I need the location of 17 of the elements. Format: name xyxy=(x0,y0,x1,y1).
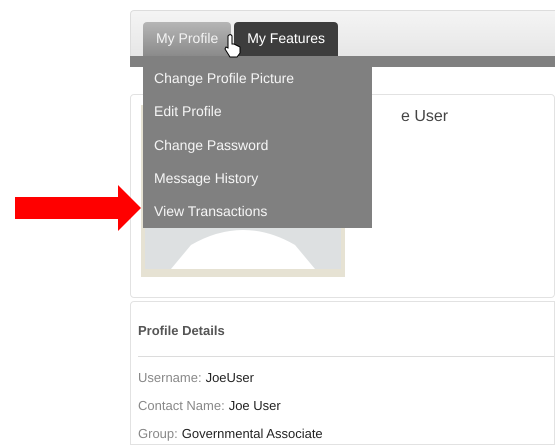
tab[interactable]: My Features xyxy=(234,22,338,56)
menu-item[interactable]: Edit Profile xyxy=(143,95,372,128)
arrow-icon xyxy=(15,185,141,231)
profile-name: e User xyxy=(401,107,448,128)
field-label: Username: xyxy=(138,369,202,387)
field-label: Contact Name: xyxy=(138,397,225,415)
menu-item[interactable]: View Transactions xyxy=(143,194,372,228)
field-value: Joe User xyxy=(228,397,281,415)
details-title: Profile Details xyxy=(138,323,225,338)
pointer-hand-icon xyxy=(224,34,242,58)
field-label: Group: xyxy=(138,425,178,443)
menu-item[interactable]: Change Profile Picture xyxy=(143,62,372,96)
field-value: JoeUser xyxy=(206,369,254,387)
menu-item[interactable]: Message History xyxy=(143,162,372,195)
menu-item[interactable]: Change Password xyxy=(143,128,372,162)
tab[interactable]: My Profile xyxy=(143,22,232,56)
field-value: Governmental Associate xyxy=(182,425,323,443)
